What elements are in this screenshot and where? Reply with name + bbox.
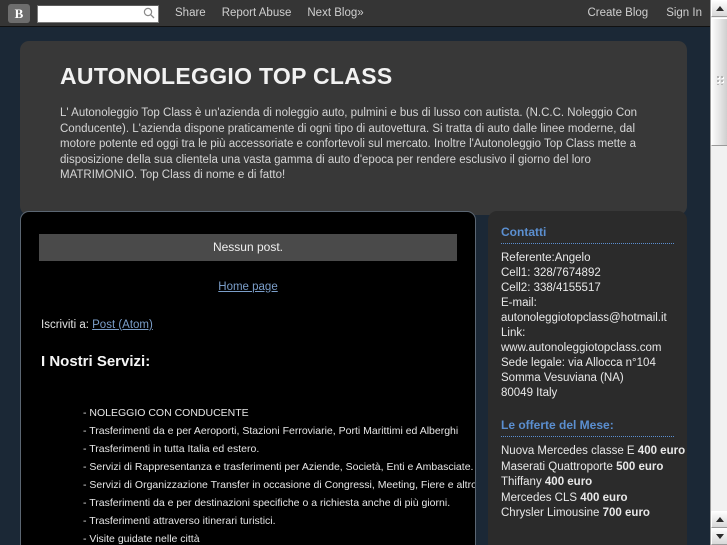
scroll-up-button-bottom[interactable] xyxy=(711,511,727,528)
contacts-body: Referente:Angelo Cell1: 328/7674892 Cell… xyxy=(501,251,674,401)
offer-name: Mercedes CLS xyxy=(501,491,578,504)
blogger-logo-glyph: B xyxy=(14,5,24,21)
scrollbar-thumb[interactable] xyxy=(711,18,727,146)
list-item: - Trasferimenti da e per destinazioni sp… xyxy=(83,497,451,509)
offer-price: 700 euro xyxy=(602,507,650,519)
contact-line-link-value: www.autonoleggiotopclass.com xyxy=(501,342,662,354)
arrow-up-icon xyxy=(715,6,724,11)
list-item: - Trasferimenti attraverso itinerari tur… xyxy=(83,515,276,527)
subscribe-row: Iscriviti a: Post (Atom) xyxy=(33,319,463,331)
vertical-scrollbar[interactable] xyxy=(710,0,727,545)
subscribe-label: Iscriviti a: xyxy=(41,319,89,331)
nav-link-next-blog[interactable]: Next Blog» xyxy=(307,7,363,19)
widget-contatti: Contatti Referente:Angelo Cell1: 328/767… xyxy=(501,225,674,401)
widget-divider xyxy=(501,243,674,244)
no-post-status: Nessun post. xyxy=(39,234,457,261)
subscribe-atom-link[interactable]: Post (Atom) xyxy=(92,319,153,331)
widget-divider xyxy=(501,436,674,437)
widget-title-offerte: Le offerte del Mese: xyxy=(501,418,614,432)
search-box[interactable] xyxy=(37,4,159,23)
contact-line-email-value: autonoleggiotopclass@hotmail.it xyxy=(501,312,667,324)
nav-link-create-blog[interactable]: Create Blog xyxy=(587,7,648,19)
scroll-up-button[interactable] xyxy=(711,0,727,17)
offers-body: Nuova Mercedes classe E 400 euro Maserat… xyxy=(501,444,685,522)
home-page-link[interactable]: Home page xyxy=(218,281,277,293)
offer-name: Nuova Mercedes classe E xyxy=(501,445,635,457)
list-item: - NOLEGGIO CON CONDUCENTE xyxy=(83,407,249,419)
offer-name: Thiffany xyxy=(501,476,542,488)
scrollbar-grip xyxy=(716,75,724,85)
list-item: - Visite guidate nelle città xyxy=(83,533,200,545)
widget-title-contatti: Contatti xyxy=(501,225,547,239)
contact-line-cell1: Cell1: 328/7674892 xyxy=(501,267,601,279)
offer-price: 400 euro xyxy=(580,491,628,504)
offer-price: 400 euro xyxy=(544,476,593,488)
contact-line-email-label: E-mail: xyxy=(501,297,537,309)
contact-line-cell2: Cell2: 338/4155517 xyxy=(501,282,601,294)
navbar-right-group: Create Blog Sign In xyxy=(569,7,702,19)
blogger-navbar: B Share Report Abuse Next Blog» Create B… xyxy=(0,0,710,27)
contact-line-address: Sede legale: via Allocca n°104 xyxy=(501,357,656,369)
services-list: - NOLEGGIO CON CONDUCENTE - Trasferiment… xyxy=(33,404,476,545)
list-item: - Trasferimenti da e per Aeroporti, Staz… xyxy=(83,425,459,437)
nav-link-report-abuse[interactable]: Report Abuse xyxy=(222,7,292,19)
offer-price: 400 euro xyxy=(637,445,686,457)
blog-header-panel: AUTONOLEGGIO TOP CLASS L' Autonoleggio T… xyxy=(20,41,687,215)
services-heading: I Nostri Servizi: xyxy=(41,353,151,370)
widget-offerte: Le offerte del Mese: Nuova Mercedes clas… xyxy=(501,418,685,522)
list-item: - Trasferimenti in tutta Italia ed ester… xyxy=(83,443,260,455)
list-item: Nuova Mercedes classe E 400 euro xyxy=(501,444,685,460)
scroll-down-button[interactable] xyxy=(711,528,727,545)
home-page-row: Home page xyxy=(33,277,463,295)
nav-link-share[interactable]: Share xyxy=(175,7,206,19)
offer-name: Chrysler Limousine xyxy=(501,507,600,519)
arrow-up-icon xyxy=(715,517,724,522)
blogger-b-icon[interactable]: B xyxy=(8,3,30,23)
list-item: - Servizi di Rappresentanza e trasferime… xyxy=(83,461,474,473)
page-body: AUTONOLEGGIO TOP CLASS L' Autonoleggio T… xyxy=(0,27,710,545)
main-content-column: Nessun post. Home page Iscriviti a: Post… xyxy=(20,211,476,545)
arrow-down-icon xyxy=(715,534,724,539)
list-item: Chrysler Limousine 700 euro xyxy=(501,506,674,522)
blog-description: L' Autonoleggio Top Class è un'azienda d… xyxy=(60,107,637,181)
contact-line-city: Somma Vesuviana (NA) xyxy=(501,372,624,384)
list-item: - Servizi di Organizzazione Transfer in … xyxy=(83,479,476,491)
contact-line-link-label: Link: xyxy=(501,327,526,339)
page-title: AUTONOLEGGIO TOP CLASS xyxy=(60,63,393,89)
list-item: Thiffany 400 euro xyxy=(501,475,674,491)
contact-line-zip: 80049 Italy xyxy=(501,387,558,399)
search-input[interactable] xyxy=(37,5,159,23)
list-item: Mercedes CLS 400 euro xyxy=(501,491,674,507)
list-item: Maserati Quattroporte 500 euro xyxy=(501,460,674,476)
contact-line-referente: Referente:Angelo xyxy=(501,252,591,264)
sidebar: Contatti Referente:Angelo Cell1: 328/767… xyxy=(488,211,687,545)
offer-name: Maserati Quattroporte xyxy=(501,460,613,473)
nav-link-sign-in[interactable]: Sign In xyxy=(666,7,702,19)
offer-price: 500 euro xyxy=(616,460,664,473)
